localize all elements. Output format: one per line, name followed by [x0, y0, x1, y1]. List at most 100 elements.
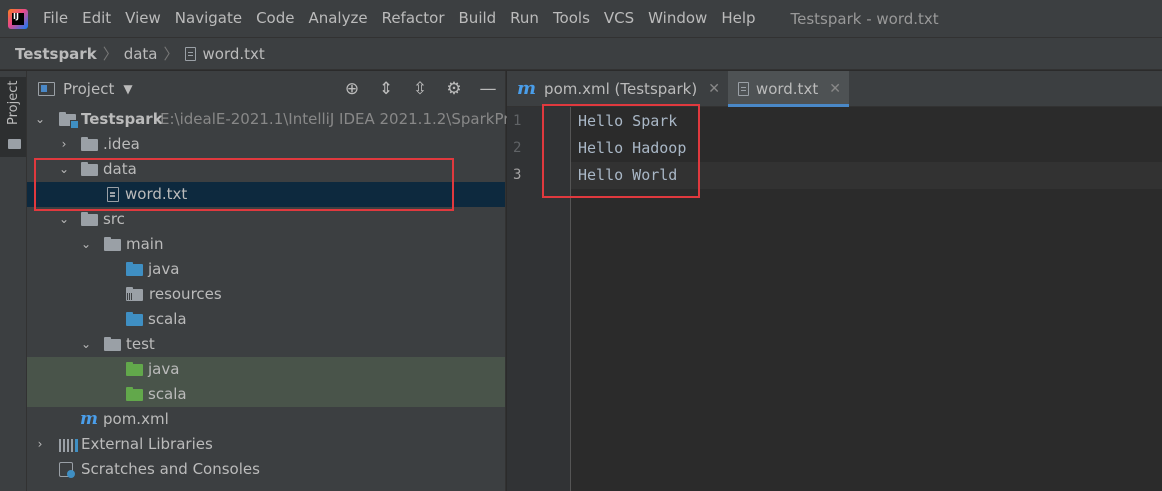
chevron-right-icon[interactable]: › [58, 132, 70, 157]
tree-item-idea[interactable]: › .idea [27, 132, 505, 157]
chevron-down-icon[interactable]: ⌄ [58, 157, 70, 182]
locate-file-icon[interactable]: ⊕ [335, 79, 369, 99]
source-folder-icon [126, 262, 143, 276]
tree-item-label: word.txt [125, 185, 188, 203]
tree-item-label: scala [148, 385, 187, 403]
chevron-down-icon[interactable]: ⌄ [58, 207, 70, 232]
project-path: E:\idealE-2021.1\IntelliJ IDEA 2021.1.2\… [160, 110, 523, 128]
folder-icon [81, 137, 98, 151]
project-panel-header: Project ▼ ⊕ ⇕ ⇳ ⚙ — [27, 71, 505, 107]
menu-view[interactable]: View [118, 0, 168, 37]
folder-icon [104, 337, 121, 351]
menu-analyze[interactable]: Analyze [301, 0, 374, 37]
folder-icon [81, 162, 98, 176]
tree-item-label: scala [148, 310, 187, 328]
tree-item-label: pom.xml [103, 410, 169, 428]
tree-item-pom[interactable]: m pom.xml [27, 407, 505, 432]
breadcrumb-file[interactable]: word.txt [203, 45, 265, 63]
line-number: 1 [513, 113, 522, 129]
tree-item-label: External Libraries [81, 435, 213, 453]
project-folder-icon [59, 112, 79, 129]
tree-item-test[interactable]: ⌄ test [27, 332, 505, 357]
breadcrumb-separator-icon: 〉 [163, 45, 179, 63]
menu-edit[interactable]: Edit [75, 0, 118, 37]
menu-run[interactable]: Run [503, 0, 546, 37]
chevron-down-icon[interactable]: ▼ [123, 82, 132, 96]
tree-item-src[interactable]: ⌄ src [27, 207, 505, 232]
gear-icon[interactable]: ⚙ [437, 79, 471, 99]
tab-label: word.txt [755, 79, 819, 98]
code-line[interactable]: Hello Hadoop [571, 135, 1162, 162]
tab-word-txt[interactable]: word.txt ✕ [727, 71, 849, 107]
tree-item-resources[interactable]: resources [27, 282, 505, 307]
tree-item-test-java[interactable]: java [27, 357, 505, 382]
project-tree: ⌄ Testspark E:\idealE-2021.1\IntelliJ ID… [27, 107, 522, 482]
tree-item-label: src [103, 210, 125, 228]
menu-build[interactable]: Build [452, 0, 504, 37]
hide-panel-icon[interactable]: — [471, 79, 505, 99]
intellij-logo-icon: IJ [8, 8, 28, 29]
chevron-down-icon[interactable]: ⌄ [80, 232, 92, 257]
menu-refactor[interactable]: Refactor [375, 0, 452, 37]
menu-navigate[interactable]: Navigate [168, 0, 249, 37]
line-number-gutter: 1 2 3 [507, 107, 571, 491]
tree-item-label: java [148, 360, 180, 378]
window-title: Testspark - word.txt [790, 9, 939, 28]
text-file-icon [184, 46, 196, 61]
menu-window[interactable]: Window [641, 0, 714, 37]
tree-item-test-scala[interactable]: scala [27, 382, 505, 407]
code-line[interactable]: Hello Spark [571, 108, 1162, 135]
resources-folder-icon [126, 287, 143, 301]
chevron-down-icon[interactable]: ⌄ [80, 332, 92, 357]
text-file-icon [107, 187, 119, 202]
tree-item-label: Testspark [81, 110, 163, 128]
menu-file[interactable]: File [37, 0, 75, 37]
chevron-right-icon[interactable]: › [34, 432, 46, 457]
text-file-icon [737, 81, 749, 96]
tree-item-label: Scratches and Consoles [81, 460, 260, 478]
folder-icon [81, 212, 98, 226]
tree-item-label: data [103, 160, 137, 178]
breadcrumb-project[interactable]: Testspark [15, 45, 97, 63]
tree-item-main-scala[interactable]: scala [27, 307, 505, 332]
tree-item-main[interactable]: ⌄ main [27, 232, 505, 257]
editor-tab-bar: m pom.xml (Testspark) ✕ word.txt ✕ [507, 71, 1162, 107]
tab-pom-xml[interactable]: m pom.xml (Testspark) ✕ [507, 71, 728, 106]
collapse-all-icon[interactable]: ⇳ [403, 79, 437, 99]
tree-item-testspark[interactable]: ⌄ Testspark E:\idealE-2021.1\IntelliJ ID… [27, 107, 522, 132]
folder-icon [8, 139, 21, 149]
scratches-icon [59, 462, 75, 478]
chevron-down-icon[interactable]: ⌄ [34, 107, 46, 132]
expand-all-icon[interactable]: ⇕ [369, 79, 403, 99]
tree-item-label: main [126, 235, 164, 253]
menu-tools[interactable]: Tools [546, 0, 597, 37]
code-area[interactable]: Hello Spark Hello Hadoop Hello World [571, 107, 1162, 491]
breadcrumb-folder[interactable]: data [124, 45, 158, 63]
code-line[interactable]: Hello World [571, 162, 1162, 189]
tree-item-data[interactable]: ⌄ data [27, 157, 505, 182]
tree-item-main-java[interactable]: java [27, 257, 505, 282]
test-folder-icon [126, 387, 143, 401]
tree-item-scratches[interactable]: Scratches and Consoles [27, 457, 505, 482]
line-number: 3 [513, 167, 522, 183]
close-icon[interactable]: ✕ [829, 81, 841, 97]
tree-item-word-txt[interactable]: word.txt [27, 182, 505, 207]
source-folder-icon [126, 312, 143, 326]
tree-item-external-libraries[interactable]: › External Libraries [27, 432, 505, 457]
tree-item-label: resources [149, 285, 222, 303]
close-icon[interactable]: ✕ [708, 81, 720, 97]
menu-help[interactable]: Help [714, 0, 762, 37]
tree-item-label: java [148, 260, 180, 278]
tree-item-label: .idea [103, 135, 140, 153]
editor: m pom.xml (Testspark) ✕ word.txt ✕ 1 2 3… [507, 71, 1162, 491]
tree-item-label: test [126, 335, 155, 353]
maven-icon: m [517, 78, 537, 99]
breadcrumb-separator-icon: 〉 [102, 45, 118, 63]
line-number: 2 [513, 140, 522, 156]
project-panel-title[interactable]: Project [63, 80, 114, 98]
tab-label: pom.xml (Testspark) [544, 79, 698, 98]
left-tool-strip: Project [0, 71, 27, 491]
menu-vcs[interactable]: VCS [597, 0, 641, 37]
menu-code[interactable]: Code [249, 0, 301, 37]
project-tool-tab[interactable]: Project [0, 77, 26, 157]
